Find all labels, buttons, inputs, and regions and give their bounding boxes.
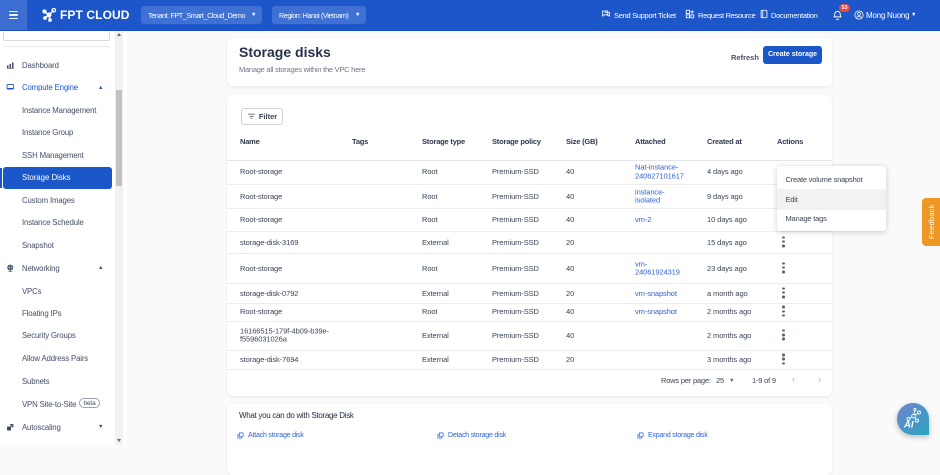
svg-text:AI: AI <box>903 420 914 431</box>
